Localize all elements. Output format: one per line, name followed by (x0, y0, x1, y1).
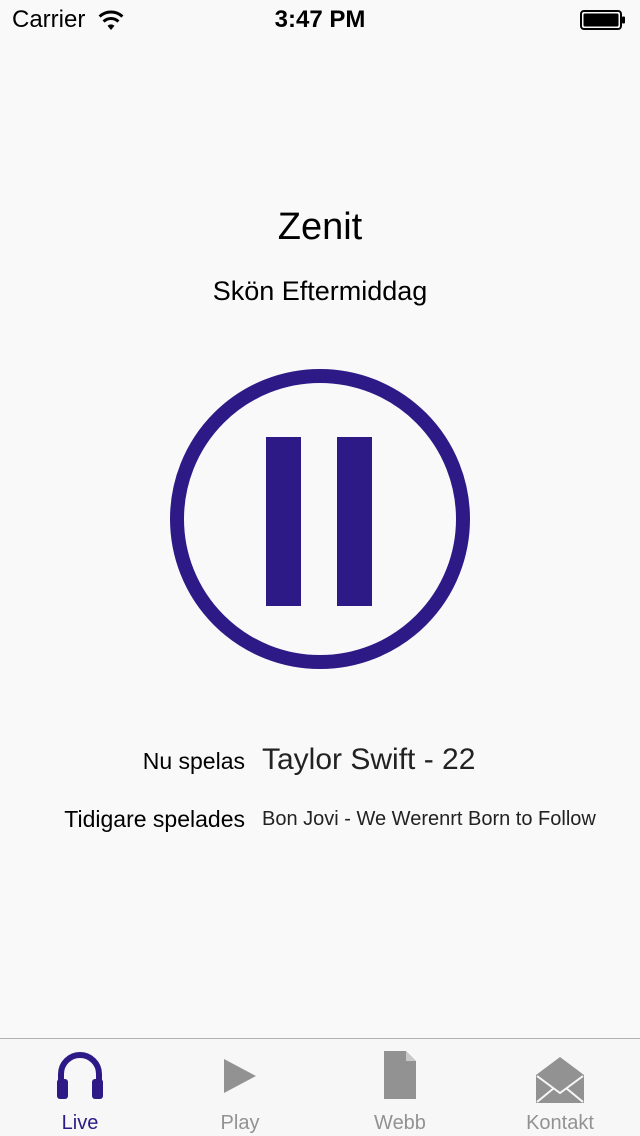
pause-button[interactable] (170, 369, 470, 669)
status-bar: Carrier 3:47 PM (0, 0, 640, 40)
show-name: Skön Eftermiddag (212, 276, 428, 306)
battery-icon (580, 10, 625, 30)
pause-icon (266, 437, 372, 606)
tab-bar: Live Play Webb Kontakt (0, 1038, 640, 1136)
tab-webb[interactable]: Webb (320, 1039, 480, 1136)
tab-live-label: Live (61, 1112, 99, 1134)
tab-kontakt[interactable]: Kontakt (480, 1039, 640, 1136)
document-icon (384, 1051, 416, 1099)
tab-kontakt-label: Kontakt (526, 1112, 594, 1134)
tab-play[interactable]: Play (160, 1039, 320, 1136)
tab-play-label: Play (220, 1112, 260, 1134)
tab-webb-label: Webb (374, 1112, 426, 1134)
play-icon (224, 1059, 256, 1093)
now-playing-label: Nu spelas (142, 748, 245, 774)
screen: Carrier 3:47 PM Zenit Skön Eftermiddag N… (0, 0, 640, 1136)
status-time: 3:47 PM (274, 6, 366, 33)
envelope-icon (536, 1057, 584, 1103)
station-name: Zenit (277, 206, 363, 248)
headphones-icon (57, 1052, 103, 1099)
now-playing-value: Taylor Swift - 22 (262, 743, 476, 776)
previously-played-label: Tidigare spelades (64, 806, 245, 832)
tab-live[interactable]: Live (0, 1039, 160, 1136)
previously-played-value: Bon Jovi - We Werenrt Born to Follow (262, 808, 596, 830)
